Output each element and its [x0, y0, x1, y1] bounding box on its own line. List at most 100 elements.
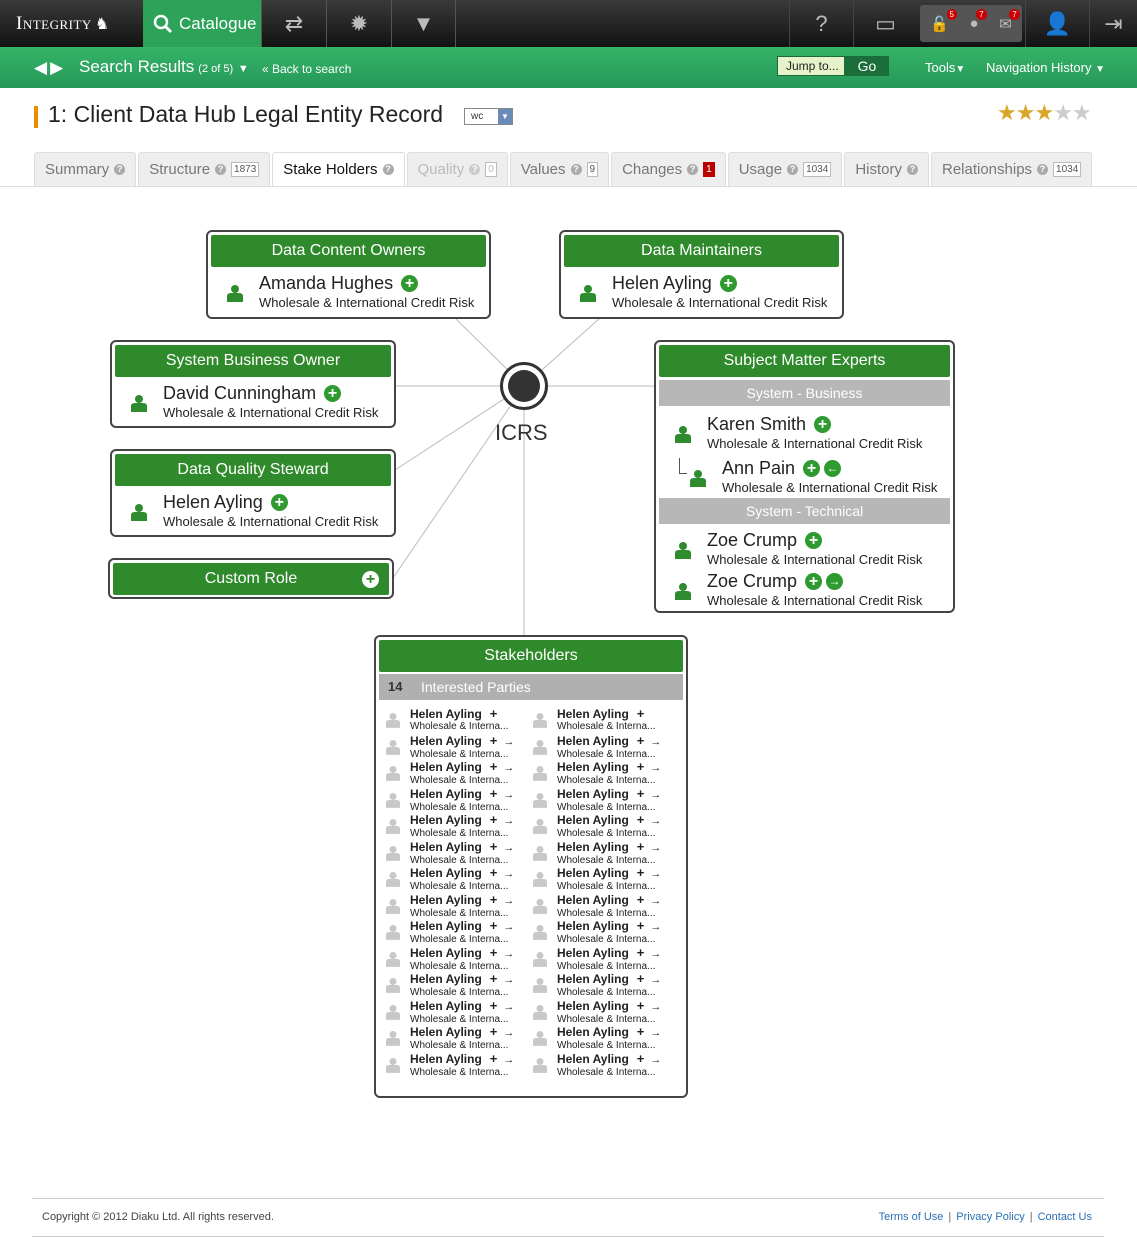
arrow-right-icon[interactable]: →	[650, 948, 661, 960]
stakeholder-entry[interactable]: Helen Ayling + → Wholesale & Interna...	[529, 999, 674, 1025]
add-icon[interactable]: +	[637, 892, 645, 907]
stakeholder-entry[interactable]: Helen Ayling + → Wholesale & Interna...	[382, 787, 527, 813]
stakeholder-entry[interactable]: Helen Ayling + → Wholesale & Interna...	[382, 972, 527, 998]
add-icon[interactable]: +	[490, 945, 498, 960]
terms-link[interactable]: Terms of Use	[879, 1211, 944, 1223]
arrow-right-icon[interactable]: →	[650, 1027, 661, 1039]
arrow-right-icon[interactable]: →	[650, 974, 661, 986]
stakeholder-entry[interactable]: Helen Ayling + Wholesale & Interna...	[529, 707, 674, 733]
arrow-right-icon[interactable]: →	[650, 868, 661, 880]
arrow-right-icon[interactable]: →	[503, 1027, 514, 1039]
arrow-right-icon[interactable]: →	[650, 789, 661, 801]
stakeholder-entry[interactable]: Helen Ayling + → Wholesale & Interna...	[529, 1025, 674, 1051]
stakeholder-entry[interactable]: Helen Ayling + → Wholesale & Interna...	[382, 760, 527, 786]
stakeholder-entry[interactable]: Helen Ayling + → Wholesale & Interna...	[529, 972, 674, 998]
add-icon[interactable]: +	[490, 839, 498, 854]
add-icon[interactable]: +	[490, 892, 498, 907]
add-icon[interactable]: +	[637, 1024, 645, 1039]
arrow-right-icon[interactable]: →	[503, 974, 514, 986]
add-icon[interactable]: +	[637, 733, 645, 748]
arrow-right-icon[interactable]: →	[503, 736, 514, 748]
arrow-right-icon[interactable]: →	[650, 895, 661, 907]
arrow-right-icon[interactable]: →	[503, 1054, 514, 1066]
arrow-right-icon[interactable]: →	[503, 815, 514, 827]
arrow-right-icon[interactable]: →	[650, 921, 661, 933]
person-name[interactable]: Zoe Crump	[707, 571, 797, 592]
stakeholder-entry[interactable]: Helen Ayling + → Wholesale & Interna...	[382, 1025, 527, 1051]
stakeholder-entry[interactable]: Helen Ayling + → Wholesale & Interna...	[382, 813, 527, 839]
arrow-right-icon[interactable]: →	[650, 1054, 661, 1066]
add-icon[interactable]: +	[490, 733, 498, 748]
person-name[interactable]: Karen Smith	[707, 414, 806, 435]
stakeholder-entry[interactable]: Helen Ayling + → Wholesale & Interna...	[382, 893, 527, 919]
add-icon[interactable]: +	[805, 532, 823, 549]
stakeholder-entry[interactable]: Helen Ayling + → Wholesale & Interna...	[529, 813, 674, 839]
person-name[interactable]: Ann Pain	[722, 458, 795, 479]
stakeholder-entry[interactable]: Helen Ayling + → Wholesale & Interna...	[529, 946, 674, 972]
add-icon[interactable]: +	[490, 812, 498, 827]
arrow-right-icon[interactable]: →	[503, 762, 514, 774]
add-icon[interactable]: +	[490, 998, 498, 1013]
add-icon[interactable]: +	[637, 706, 645, 721]
arrow-right-icon[interactable]: →	[503, 868, 514, 880]
stakeholder-entry[interactable]: Helen Ayling + → Wholesale & Interna...	[382, 840, 527, 866]
arrow-right-icon[interactable]: →	[503, 921, 514, 933]
add-icon[interactable]: +	[324, 385, 342, 402]
add-icon[interactable]: +	[637, 839, 645, 854]
arrow-right-icon[interactable]: →	[503, 789, 514, 801]
add-icon[interactable]: +	[490, 786, 498, 801]
arrow-right-icon[interactable]: →	[650, 815, 661, 827]
stakeholder-entry[interactable]: Helen Ayling + → Wholesale & Interna...	[529, 1052, 674, 1078]
stakeholder-entry[interactable]: Helen Ayling + Wholesale & Interna...	[382, 707, 527, 733]
person-name[interactable]: David Cunningham	[163, 383, 316, 404]
stakeholder-entry[interactable]: Helen Ayling + → Wholesale & Interna...	[529, 760, 674, 786]
custom-role-button[interactable]: Custom Role +	[113, 563, 389, 595]
person-name[interactable]: Helen Ayling	[612, 273, 712, 294]
add-icon[interactable]: +	[490, 706, 498, 721]
add-icon[interactable]: +	[490, 865, 498, 880]
person-name[interactable]: Amanda Hughes	[259, 273, 393, 294]
contact-link[interactable]: Contact Us	[1038, 1211, 1092, 1223]
add-icon[interactable]: +	[490, 759, 498, 774]
stakeholder-entry[interactable]: Helen Ayling + → Wholesale & Interna...	[529, 893, 674, 919]
stakeholder-entry[interactable]: Helen Ayling + → Wholesale & Interna...	[529, 787, 674, 813]
add-icon[interactable]: +	[637, 1051, 645, 1066]
arrow-right-icon[interactable]: →	[503, 895, 514, 907]
stakeholder-entry[interactable]: Helen Ayling + → Wholesale & Interna...	[382, 1052, 527, 1078]
add-icon[interactable]: +	[803, 460, 821, 477]
stakeholder-entry[interactable]: Helen Ayling + → Wholesale & Interna...	[382, 999, 527, 1025]
arrow-right-icon[interactable]: →	[826, 573, 844, 590]
add-icon[interactable]: +	[637, 918, 645, 933]
add-icon[interactable]: +	[637, 998, 645, 1013]
add-icon[interactable]: +	[637, 971, 645, 986]
add-icon[interactable]: +	[637, 812, 645, 827]
add-icon[interactable]: +	[490, 1051, 498, 1066]
stakeholder-entry[interactable]: Helen Ayling + → Wholesale & Interna...	[382, 866, 527, 892]
add-icon[interactable]: +	[490, 971, 498, 986]
arrow-right-icon[interactable]: →	[650, 1001, 661, 1013]
stakeholder-entry[interactable]: Helen Ayling + → Wholesale & Interna...	[382, 946, 527, 972]
stakeholder-entry[interactable]: Helen Ayling + → Wholesale & Interna...	[529, 840, 674, 866]
stakeholder-entry[interactable]: Helen Ayling + → Wholesale & Interna...	[529, 734, 674, 760]
add-icon[interactable]: +	[637, 945, 645, 960]
add-icon[interactable]: +	[270, 494, 288, 511]
arrow-right-icon[interactable]: →	[503, 948, 514, 960]
arrow-right-icon[interactable]: →	[650, 762, 661, 774]
add-icon[interactable]: +	[362, 571, 379, 588]
add-icon[interactable]: +	[490, 918, 498, 933]
arrow-left-icon[interactable]: ←	[824, 460, 842, 477]
add-icon[interactable]: +	[490, 1024, 498, 1039]
add-icon[interactable]: +	[401, 275, 419, 292]
add-icon[interactable]: +	[814, 416, 832, 433]
add-icon[interactable]: +	[719, 275, 737, 292]
arrow-right-icon[interactable]: →	[503, 1001, 514, 1013]
stakeholder-entry[interactable]: Helen Ayling + → Wholesale & Interna...	[382, 919, 527, 945]
privacy-link[interactable]: Privacy Policy	[956, 1211, 1024, 1223]
stakeholder-entry[interactable]: Helen Ayling + → Wholesale & Interna...	[382, 734, 527, 760]
arrow-right-icon[interactable]: →	[650, 842, 661, 854]
arrow-right-icon[interactable]: →	[650, 736, 661, 748]
add-icon[interactable]: +	[637, 759, 645, 774]
person-name[interactable]: Helen Ayling	[163, 492, 263, 513]
stakeholder-entry[interactable]: Helen Ayling + → Wholesale & Interna...	[529, 919, 674, 945]
add-icon[interactable]: +	[637, 786, 645, 801]
